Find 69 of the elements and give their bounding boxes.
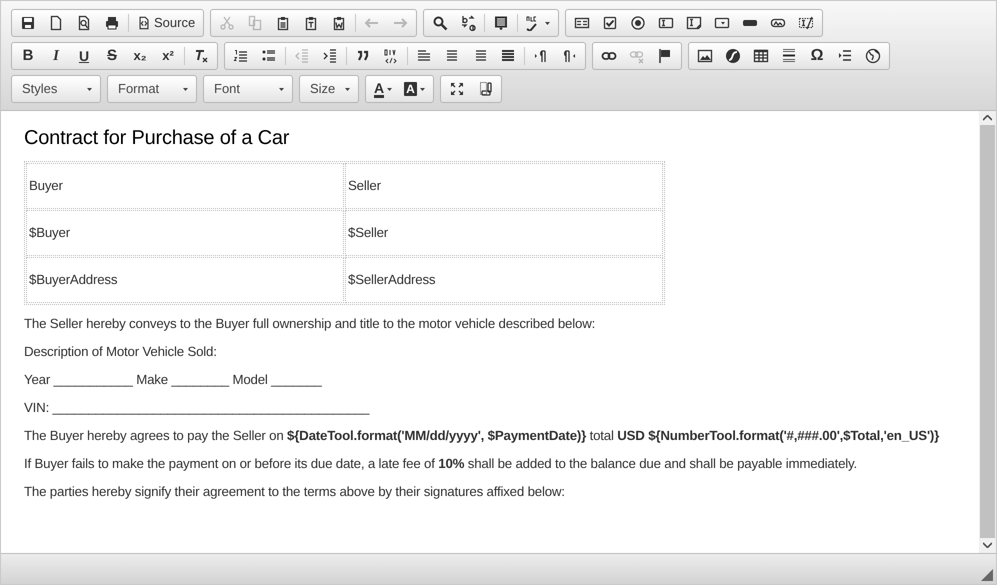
page-icon bbox=[48, 15, 64, 31]
table-cell: $SellerAddress bbox=[345, 257, 663, 303]
table-cell: Seller bbox=[345, 163, 663, 209]
paragraph: The parties hereby signify their agreement to the terms above by their signatures affixed below: bbox=[24, 483, 565, 501]
replace-icon bbox=[460, 15, 476, 31]
table-cell: Buyer bbox=[26, 163, 344, 209]
paragraph: The Buyer hereby agrees to pay the Seller on ${DateTool.format('MM/dd/yyyy', $PaymentDate)} total USD ${NumberTool.format('#,###.00',$Total,'en_US')} bbox=[24, 427, 940, 445]
scissors-icon bbox=[219, 15, 236, 31]
textarea-icon bbox=[686, 15, 702, 31]
preview-icon bbox=[76, 15, 92, 31]
globe-icon bbox=[865, 48, 881, 64]
paragraph: The Seller hereby conveys to the Buyer full ownership and title to the motor vehicle described below: bbox=[24, 315, 596, 333]
background-color-button[interactable]: A bbox=[398, 77, 431, 101]
scroll-up-icon[interactable] bbox=[983, 115, 992, 121]
outdent-icon bbox=[294, 48, 310, 64]
caret-icon bbox=[279, 88, 284, 90]
flag-icon bbox=[657, 48, 673, 64]
style-dropdown[interactable]: Font bbox=[203, 75, 293, 103]
omega-button[interactable]: Ω bbox=[803, 44, 831, 68]
table-cell: $BuyerAddress bbox=[26, 257, 344, 303]
text-field-icon bbox=[658, 15, 674, 31]
caret-icon bbox=[87, 88, 92, 90]
superscript-button[interactable]: x² bbox=[154, 44, 182, 68]
table-cell: $Seller bbox=[345, 210, 663, 256]
scroll-down-icon[interactable] bbox=[983, 542, 992, 548]
page-break-icon bbox=[837, 48, 853, 64]
form-icon bbox=[574, 15, 590, 31]
numbered-list-icon bbox=[233, 48, 249, 64]
image-icon bbox=[697, 48, 713, 64]
horizontal-rule-icon bbox=[781, 48, 797, 64]
paragraph: If Buyer fails to make the payment on or before its due date, a late fee of 10% shall be added to the balance due and shall be payable immediately. bbox=[24, 455, 857, 473]
radio-icon bbox=[630, 15, 646, 31]
style-dropdown[interactable]: Styles bbox=[11, 75, 101, 103]
caret-icon bbox=[183, 88, 188, 90]
caret-icon bbox=[345, 88, 350, 90]
table-cell: $Buyer bbox=[26, 210, 344, 256]
scrollbar[interactable] bbox=[979, 111, 996, 553]
italic-button[interactable]: I bbox=[42, 44, 70, 68]
paragraph: Description of Motor Vehicle Sold: bbox=[24, 343, 217, 361]
copy-icon bbox=[247, 15, 264, 31]
div-icon bbox=[383, 48, 399, 64]
select-field-icon bbox=[714, 15, 730, 31]
flash-icon bbox=[725, 48, 741, 64]
checkbox-icon bbox=[602, 15, 618, 31]
indent-icon bbox=[322, 48, 338, 64]
save-icon bbox=[20, 15, 36, 31]
printer-icon bbox=[104, 15, 120, 31]
resize-grip-icon[interactable] bbox=[981, 569, 993, 581]
hidden-field-icon bbox=[798, 15, 814, 31]
paragraph: Year ___________ Make ________ Model _______ bbox=[24, 371, 322, 389]
maximize-icon bbox=[448, 81, 465, 97]
document-heading: Contract for Purchase of a Car bbox=[24, 126, 290, 151]
paragraph-left-icon bbox=[561, 48, 577, 64]
code-document-icon bbox=[137, 16, 151, 30]
bold-button[interactable]: B bbox=[14, 44, 42, 68]
remove-format-icon bbox=[193, 48, 209, 64]
table-icon bbox=[753, 48, 769, 64]
select-all-icon bbox=[493, 15, 510, 31]
source-button[interactable]: Source bbox=[131, 11, 202, 35]
style-dropdown[interactable]: Format bbox=[107, 75, 197, 103]
style-dropdown[interactable]: Size bbox=[299, 75, 359, 103]
subscript-button[interactable]: x₂ bbox=[126, 44, 154, 68]
strikethrough-button[interactable]: S bbox=[98, 44, 126, 68]
search-icon bbox=[432, 15, 448, 31]
scrollbar-thumb[interactable] bbox=[980, 125, 995, 538]
text-color-button[interactable]: A bbox=[368, 77, 398, 101]
underline-button[interactable]: U bbox=[70, 44, 98, 68]
paragraph: VIN: ____________________________________________ bbox=[24, 399, 370, 417]
justify-icon bbox=[500, 48, 516, 64]
